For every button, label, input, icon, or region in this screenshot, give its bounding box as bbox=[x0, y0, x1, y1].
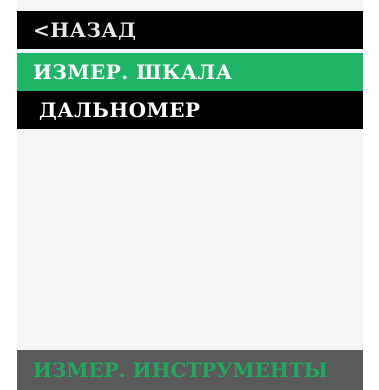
back-button[interactable]: <НАЗАД bbox=[17, 11, 363, 49]
footer-title: ИЗМЕР. ИНСТРУМЕНТЫ bbox=[33, 358, 328, 382]
menu-item-label: ДАЛЬНОМЕР bbox=[39, 98, 201, 122]
back-label: <НАЗАД bbox=[33, 18, 137, 42]
screen-title-footer: ИЗМЕР. ИНСТРУМЕНТЫ bbox=[17, 350, 363, 390]
menu-item-measure-scale[interactable]: ИЗМЕР. ШКАЛА bbox=[17, 53, 363, 91]
menu-screen: <НАЗАД ИЗМЕР. ШКАЛА ДАЛЬНОМЕР ИЗМЕР. ИНС… bbox=[17, 0, 363, 390]
menu-item-label: ИЗМЕР. ШКАЛА bbox=[33, 60, 233, 84]
menu-item-rangefinder[interactable]: ДАЛЬНОМЕР bbox=[17, 91, 363, 129]
